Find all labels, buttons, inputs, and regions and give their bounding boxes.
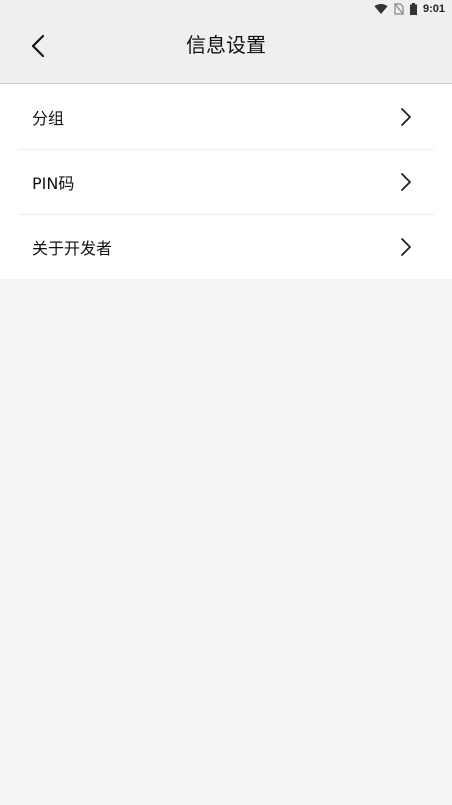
no-sim-icon — [394, 3, 404, 15]
settings-item-label: PIN码 — [32, 174, 75, 193]
status-time: 9:01 — [422, 3, 445, 15]
status-bar: 9:01 — [0, 0, 452, 18]
settings-item-label: 分组 — [32, 108, 65, 128]
settings-item-about-developer[interactable]: 关于开发者 — [18, 214, 434, 279]
settings-item-pin[interactable]: PIN码 — [18, 149, 434, 214]
chevron-right-icon — [401, 173, 411, 191]
wifi-icon — [374, 3, 388, 15]
page-title: 信息设置 — [186, 33, 266, 57]
settings-item-label: 关于开发者 — [32, 239, 113, 258]
header: 信息设置 — [0, 18, 452, 84]
battery-icon — [409, 3, 417, 15]
settings-item-group[interactable]: 分组 — [0, 84, 452, 149]
chevron-right-icon — [401, 238, 411, 256]
status-icons: 9:01 — [374, 2, 445, 16]
chevron-right-icon — [401, 107, 411, 126]
settings-list: 分组 PIN码 关于开发者 — [0, 84, 452, 279]
